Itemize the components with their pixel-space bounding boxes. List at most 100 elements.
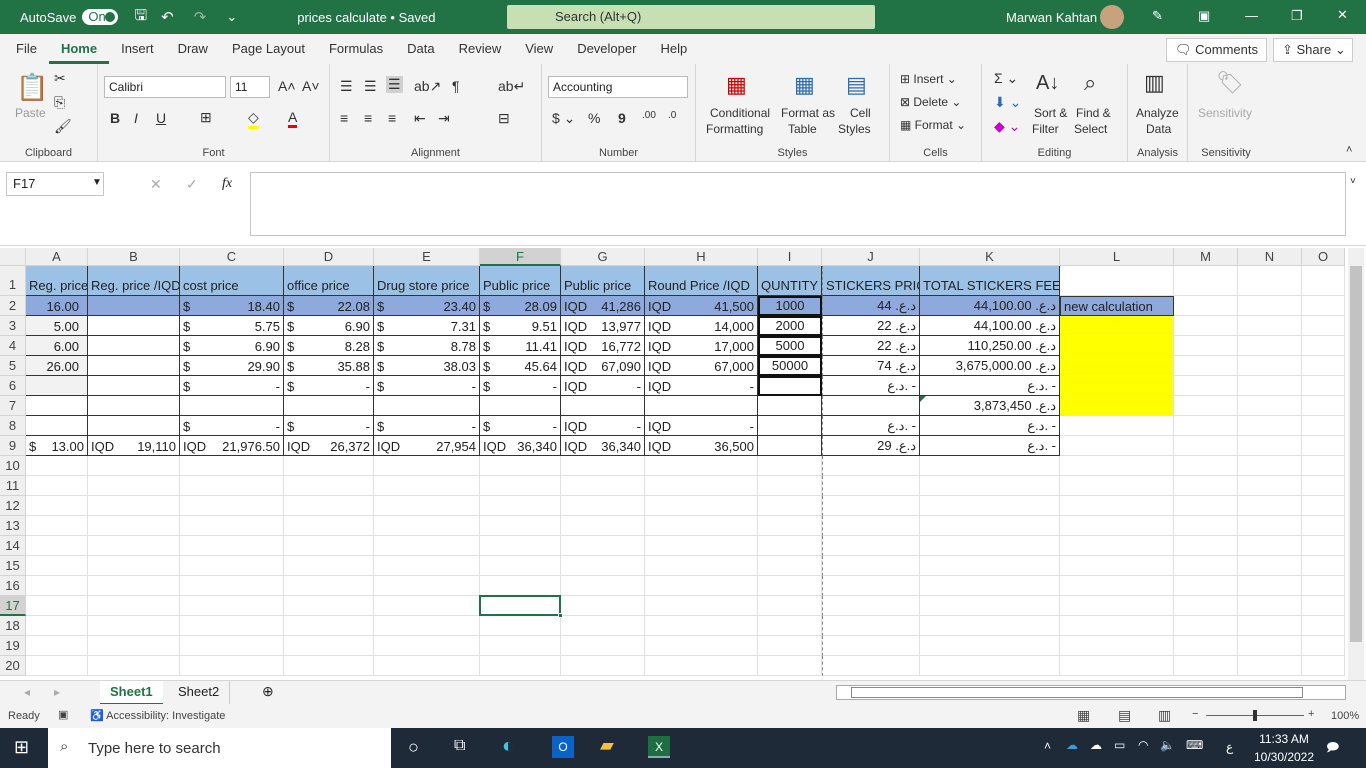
cell-g12[interactable]	[561, 496, 645, 516]
font-color-icon[interactable]: A	[288, 109, 298, 128]
cell-k12[interactable]	[920, 496, 1060, 516]
cell-h1[interactable]: Round Price /IQD	[645, 266, 758, 296]
cell-b14[interactable]	[88, 536, 180, 556]
cell-a19[interactable]	[26, 636, 88, 656]
cell-i10[interactable]	[758, 456, 822, 476]
cell-m13[interactable]	[1174, 516, 1238, 536]
cell-n1[interactable]	[1238, 266, 1302, 296]
cell-m9[interactable]	[1174, 436, 1238, 456]
cell-m16[interactable]	[1174, 576, 1238, 596]
cell-e1[interactable]: Drug store price	[374, 266, 480, 296]
row-header[interactable]: 9	[0, 436, 26, 456]
cell-k1[interactable]: TOTAL STICKERS FEES	[920, 266, 1060, 296]
cell-c13[interactable]	[180, 516, 284, 536]
volume-icon[interactable]: 🔈	[1160, 738, 1175, 752]
cell-h20[interactable]	[645, 656, 758, 676]
cell-d9[interactable]: IQD 26,372	[284, 436, 374, 456]
cell-k2[interactable]: د.ع. 44,100.00	[920, 296, 1060, 316]
row-header[interactable]: 16	[0, 576, 26, 596]
cell-c7[interactable]	[180, 396, 284, 416]
cell-m1[interactable]	[1174, 266, 1238, 296]
cell-i4[interactable]: 5000	[758, 336, 822, 356]
vertical-scrollbar[interactable]	[1348, 248, 1364, 680]
cancel-icon[interactable]: ✕	[150, 176, 162, 193]
cell-c16[interactable]	[180, 576, 284, 596]
cell-l18[interactable]	[1060, 616, 1174, 636]
cell-a13[interactable]	[26, 516, 88, 536]
cell-m11[interactable]	[1174, 476, 1238, 496]
align-middle-icon[interactable]: ☰	[364, 78, 377, 95]
cell-f14[interactable]	[480, 536, 561, 556]
cell-n8[interactable]	[1238, 416, 1302, 436]
cell-l14[interactable]	[1060, 536, 1174, 556]
cell-n6[interactable]	[1238, 376, 1302, 396]
column-header-f[interactable]: F	[480, 248, 561, 266]
format-as-table-icon[interactable]: ▦	[794, 72, 815, 98]
cell-b5[interactable]	[88, 356, 180, 376]
cell-b13[interactable]	[88, 516, 180, 536]
cell-j10[interactable]	[822, 456, 920, 476]
cell-j15[interactable]	[822, 556, 920, 576]
cell-f18[interactable]	[480, 616, 561, 636]
cell-b9[interactable]: IQD 19,110	[88, 436, 180, 456]
cell-d4[interactable]: $8.28	[284, 336, 374, 356]
name-box-dropdown-icon[interactable]: ▼	[92, 177, 102, 188]
cell-e10[interactable]	[374, 456, 480, 476]
excel-icon[interactable]: X	[648, 736, 670, 758]
notifications-icon[interactable]: 🗩	[1326, 738, 1339, 759]
cell-k9[interactable]: د.ع. -	[920, 436, 1060, 456]
cell-e13[interactable]	[374, 516, 480, 536]
wrap-text-icon[interactable]: ab↵	[498, 78, 525, 95]
cell-l3[interactable]	[1060, 316, 1174, 336]
cell-m6[interactable]	[1174, 376, 1238, 396]
cell-a6[interactable]	[26, 376, 88, 396]
column-header-g[interactable]: G	[561, 248, 645, 266]
tab-developer[interactable]: Developer	[565, 34, 648, 64]
row-header[interactable]: 10	[0, 456, 26, 476]
cell-e8[interactable]: $ -	[374, 416, 480, 436]
cell-j6[interactable]: د.ع. -	[822, 376, 920, 396]
cell-i17[interactable]	[758, 596, 822, 616]
sort-filter-button[interactable]: Sort &	[1034, 106, 1067, 120]
cell-o9[interactable]	[1302, 436, 1345, 456]
align-top-icon[interactable]: ☰	[340, 78, 353, 95]
page-layout-view-icon[interactable]: ▤	[1118, 707, 1131, 724]
cell-d11[interactable]	[284, 476, 374, 496]
cell-h7[interactable]	[645, 396, 758, 416]
cell-a9[interactable]: $13.00	[26, 436, 88, 456]
cell-c6[interactable]: $ -	[180, 376, 284, 396]
cell-f12[interactable]	[480, 496, 561, 516]
cell-m15[interactable]	[1174, 556, 1238, 576]
cell-o17[interactable]	[1302, 596, 1345, 616]
cell-k17[interactable]	[920, 596, 1060, 616]
cell-n5[interactable]	[1238, 356, 1302, 376]
cell-h12[interactable]	[645, 496, 758, 516]
edge-icon[interactable]: ◐	[502, 735, 514, 758]
cell-c11[interactable]	[180, 476, 284, 496]
cell-a12[interactable]	[26, 496, 88, 516]
conditional-formatting-button[interactable]: Conditional	[710, 106, 770, 120]
cell-o11[interactable]	[1302, 476, 1345, 496]
cell-a7[interactable]	[26, 396, 88, 416]
italic-icon[interactable]: I	[134, 110, 138, 126]
cell-m12[interactable]	[1174, 496, 1238, 516]
cell-i5[interactable]: 50000	[758, 356, 822, 376]
cell-i20[interactable]	[758, 656, 822, 676]
cell-i12[interactable]	[758, 496, 822, 516]
cell-g16[interactable]	[561, 576, 645, 596]
cell-l15[interactable]	[1060, 556, 1174, 576]
cell-h14[interactable]	[645, 536, 758, 556]
cell-e18[interactable]	[374, 616, 480, 636]
tab-review[interactable]: Review	[447, 34, 514, 64]
page-break-view-icon[interactable]: ▥	[1158, 707, 1171, 724]
cell-m18[interactable]	[1174, 616, 1238, 636]
decrease-decimal-icon[interactable]: .0	[668, 110, 676, 121]
zoom-out-icon[interactable]: −	[1192, 708, 1198, 720]
currency-icon[interactable]: $ ⌄	[552, 110, 575, 127]
cell-h13[interactable]	[645, 516, 758, 536]
fill-handle[interactable]	[558, 613, 563, 618]
cell-d2[interactable]: $22.08	[284, 296, 374, 316]
cell-b20[interactable]	[88, 656, 180, 676]
cell-d13[interactable]	[284, 516, 374, 536]
percent-icon[interactable]: %	[588, 110, 600, 126]
